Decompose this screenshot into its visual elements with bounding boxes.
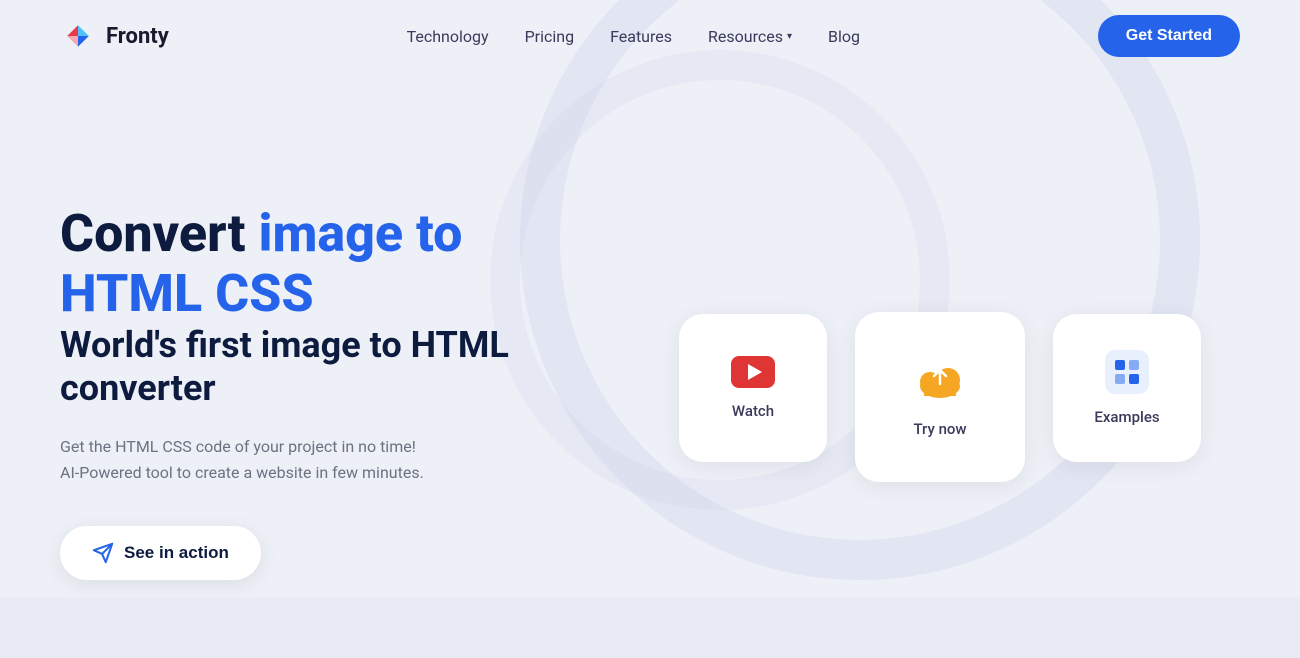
hero-cards: Watch Try now (580, 282, 1240, 482)
logo[interactable]: Fronty (60, 18, 169, 54)
chevron-down-icon: ▾ (787, 31, 792, 42)
nav-links: Technology Pricing Features Resources ▾ … (407, 27, 860, 46)
nav-item-pricing[interactable]: Pricing (525, 27, 575, 46)
cloud-upload-icon (914, 356, 966, 406)
gallery-icon (1105, 350, 1149, 394)
hero-description: Get the HTML CSS code of your project in… (60, 434, 460, 485)
hero-left: Convert image to HTML CSS World's first … (60, 184, 580, 579)
nav-item-resources[interactable]: Resources ▾ (708, 27, 792, 46)
nav-actions: Get Started (1098, 15, 1240, 57)
watch-label: Watch (732, 402, 774, 420)
examples-card[interactable]: Examples (1053, 314, 1201, 462)
logo-icon (60, 18, 96, 54)
nav-item-technology[interactable]: Technology (407, 27, 489, 46)
try-now-label: Try now (913, 420, 966, 438)
hero-section: Convert image to HTML CSS World's first … (0, 72, 1300, 632)
see-in-action-button[interactable]: See in action (60, 526, 261, 580)
hero-subtitle: World's first image to HTML converter (60, 324, 509, 409)
examples-label: Examples (1094, 408, 1159, 426)
send-icon (92, 542, 114, 564)
watch-card[interactable]: Watch (679, 314, 827, 462)
nav-item-blog[interactable]: Blog (828, 27, 860, 46)
hero-title-static: Convert (60, 203, 258, 264)
brand-name: Fronty (106, 24, 169, 49)
hero-title: Convert image to HTML CSS World's first … (60, 204, 580, 410)
try-now-card[interactable]: Try now (855, 312, 1025, 482)
youtube-icon (731, 356, 775, 388)
nav-item-features[interactable]: Features (610, 27, 672, 46)
navbar: Fronty Technology Pricing Features Resou… (0, 0, 1300, 72)
get-started-button[interactable]: Get Started (1098, 15, 1240, 57)
